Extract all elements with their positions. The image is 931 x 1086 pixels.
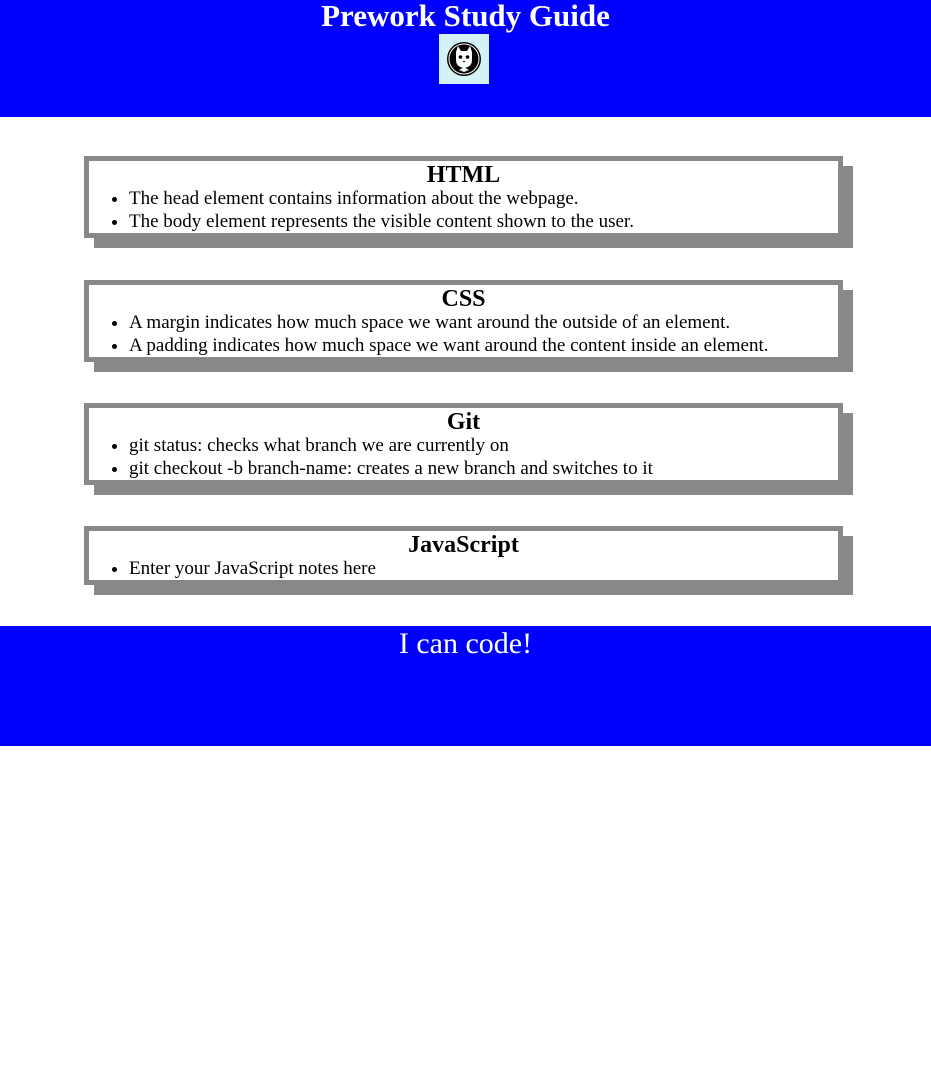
card-javascript: JavaScript Enter your JavaScript notes h… [84, 526, 843, 585]
footer-text: I can code! [398, 627, 533, 660]
card-css: CSS A margin indicates how much space we… [84, 280, 843, 362]
list-item: The head element contains information ab… [129, 187, 838, 210]
card-list: git status: checks what branch we are cu… [89, 434, 838, 480]
card-list: The head element contains information ab… [89, 187, 838, 233]
list-item: A margin indicates how much space we wan… [129, 311, 838, 334]
list-item: Enter your JavaScript notes here [129, 557, 838, 580]
card-html: HTML The head element contains informati… [84, 156, 843, 238]
card-title: HTML [426, 162, 501, 188]
card-title: CSS [441, 286, 486, 312]
page-header: Prework Study Guide [0, 0, 931, 117]
cat-face-icon [447, 42, 481, 76]
logo [439, 34, 489, 84]
page-title: Prework Study Guide [321, 0, 610, 33]
page-footer: I can code! [0, 626, 931, 746]
list-item: The body element represents the visible … [129, 210, 838, 233]
card-git: Git git status: checks what branch we ar… [84, 403, 843, 485]
list-item: A padding indicates how much space we wa… [129, 334, 838, 357]
card-title: JavaScript [408, 532, 519, 558]
list-item: git checkout -b branch-name: creates a n… [129, 457, 838, 480]
list-item: git status: checks what branch we are cu… [129, 434, 838, 457]
card-list: Enter your JavaScript notes here [89, 557, 838, 580]
card-title: Git [446, 409, 481, 435]
card-list: A margin indicates how much space we wan… [89, 311, 838, 357]
